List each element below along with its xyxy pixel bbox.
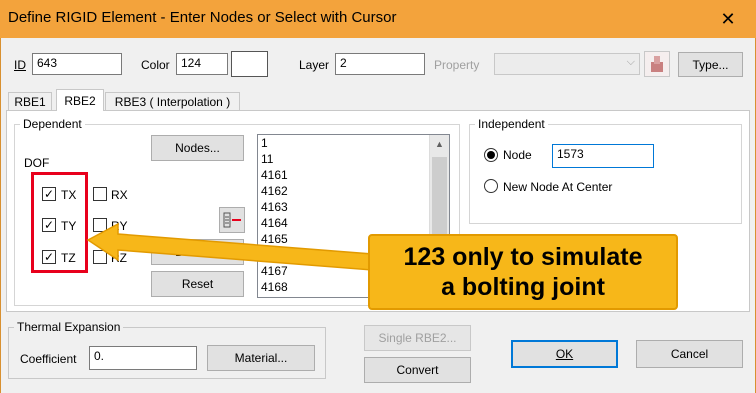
list-item[interactable]: 1 xyxy=(258,135,449,151)
layer-input[interactable]: 2 xyxy=(335,53,425,75)
ok-button[interactable]: OK xyxy=(511,340,618,368)
close-icon: ✕ xyxy=(720,8,736,29)
color-label: Color xyxy=(141,58,170,72)
dependent-group-label: Dependent xyxy=(20,117,85,131)
cancel-button[interactable]: Cancel xyxy=(636,340,743,368)
independent-group xyxy=(469,124,742,224)
coefficient-input[interactable]: 0. xyxy=(89,346,197,370)
window-title: Define RIGID Element - Enter Nodes or Se… xyxy=(8,9,397,26)
new-node-radio[interactable] xyxy=(484,179,498,193)
type-button[interactable]: Type... xyxy=(678,52,743,77)
color-swatch-button[interactable] xyxy=(231,51,268,77)
node-radio[interactable] xyxy=(484,148,498,162)
rx-label: RX xyxy=(111,188,128,202)
tab-rbe2[interactable]: RBE2 xyxy=(56,89,104,111)
tab-rbe1[interactable]: RBE1 xyxy=(8,92,52,111)
callout-line-1: 123 only to simulate xyxy=(403,243,643,271)
annotation-callout: 123 only to simulate a bolting joint xyxy=(368,234,678,310)
list-item[interactable]: 11 xyxy=(258,151,449,167)
new-node-label: New Node At Center xyxy=(503,180,613,194)
single-rbe2-button[interactable]: Single RBE2... xyxy=(364,325,471,351)
dof-label: DOF xyxy=(24,156,50,170)
independent-node-input[interactable]: 1573 xyxy=(552,144,654,168)
property-select[interactable]: ⌵ xyxy=(494,53,640,75)
scroll-up-icon[interactable]: ▲ xyxy=(435,139,444,149)
tab-rbe3[interactable]: RBE3 ( Interpolation ) xyxy=(105,92,240,111)
close-button[interactable]: ✕ xyxy=(700,0,756,38)
chevron-down-icon: ⌵ xyxy=(626,56,635,68)
convert-button[interactable]: Convert xyxy=(364,357,471,383)
property-label: Property xyxy=(434,58,480,72)
id-input[interactable]: 643 xyxy=(32,53,122,75)
node-radio-label: Node xyxy=(503,148,532,162)
rx-checkbox[interactable] xyxy=(93,187,107,201)
property-library-button[interactable] xyxy=(644,51,670,77)
list-item[interactable]: 4162 xyxy=(258,183,449,199)
list-item[interactable]: 4161 xyxy=(258,167,449,183)
color-input[interactable]: 124 xyxy=(176,53,228,75)
property-icon xyxy=(651,56,663,72)
material-button[interactable]: Material... xyxy=(207,345,315,371)
thermal-group-label: Thermal Expansion xyxy=(14,320,124,334)
layer-label: Layer xyxy=(299,58,330,72)
nodes-button[interactable]: Nodes... xyxy=(151,135,244,161)
coefficient-label: Coefficient xyxy=(20,352,77,366)
callout-arrow xyxy=(86,222,373,271)
id-label: ID xyxy=(14,58,26,72)
callout-line-2: a bolting joint xyxy=(441,273,605,301)
independent-group-label: Independent xyxy=(475,117,548,131)
